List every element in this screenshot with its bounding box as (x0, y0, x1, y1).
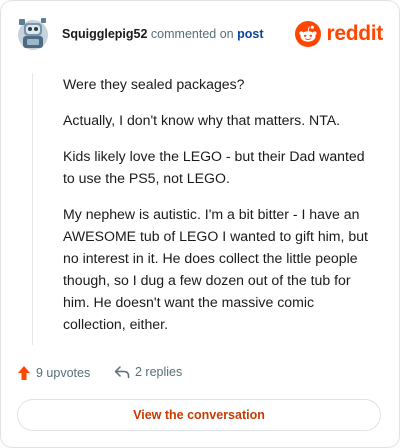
comment-body: Were they sealed packages? Actually, I d… (32, 73, 375, 345)
comment-paragraph: Were they sealed packages? (63, 76, 245, 92)
upvotes-count: 9 upvotes (36, 366, 91, 380)
snoo-avatar-icon[interactable] (17, 17, 49, 51)
replies-count: 2 replies (135, 365, 183, 379)
upvotes-stat[interactable]: 9 upvotes (17, 365, 90, 381)
comment-paragraph: Kids likely love the LEGO - but their Da… (63, 148, 365, 186)
replies-stat[interactable]: 2 replies (114, 365, 182, 379)
post-link[interactable]: post (237, 27, 263, 41)
action-text: commented on (150, 27, 234, 41)
comment-card: Squigglepig52 commented on post reddit W… (0, 0, 400, 448)
snoo-logo-icon (295, 21, 322, 47)
reddit-logo[interactable]: reddit (295, 21, 383, 47)
comment-footer: 9 upvotes 2 replies (17, 365, 387, 389)
upvote-arrow-icon (18, 366, 30, 380)
comment-paragraph: Actually, I don't know why that matters.… (63, 112, 341, 128)
comment-meta: Squigglepig52 commented on post (62, 27, 263, 41)
comment-header: Squigglepig52 commented on post reddit (17, 17, 383, 51)
comment-paragraph: My nephew is autistic. I'm a bit bitter … (63, 206, 368, 332)
view-conversation-button[interactable]: View the conversation (17, 399, 381, 431)
username-link[interactable]: Squigglepig52 (62, 27, 147, 41)
reply-arrow-icon (114, 366, 130, 379)
reddit-wordmark: reddit (326, 22, 383, 45)
